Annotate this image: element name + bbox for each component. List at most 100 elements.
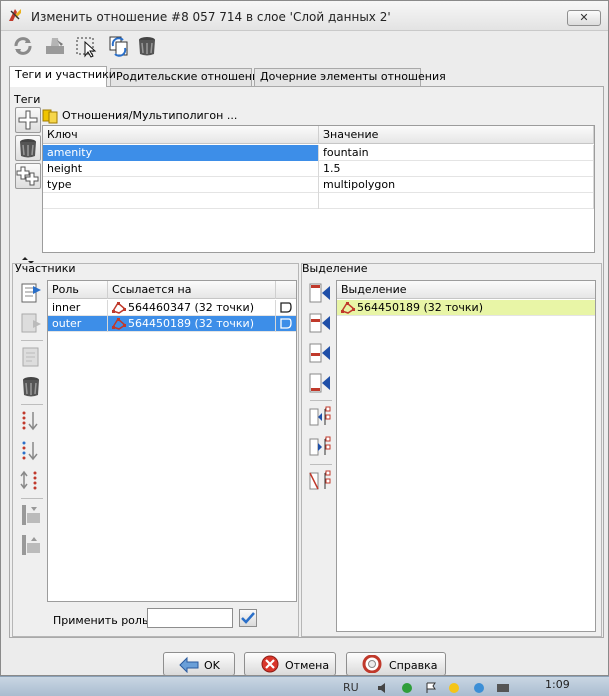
tag-value[interactable]: multipolygon — [319, 177, 594, 193]
link-column-header — [276, 281, 296, 299]
tab-parent-relations[interactable]: Родительские отношения — [110, 68, 266, 86]
tag-row-empty[interactable] — [43, 193, 594, 209]
tab-tags-members[interactable]: Теги и участники — [9, 66, 116, 87]
copy-icon[interactable] — [107, 34, 131, 58]
tab-panel: Теги Отношения/Мультиполигон ... Ключ Зн… — [9, 86, 604, 638]
cancel-button[interactable]: Отмена — [244, 652, 336, 676]
taskbar: RU 1:09 — [0, 676, 609, 696]
member-role[interactable]: outer — [48, 316, 108, 332]
tag-key[interactable] — [43, 193, 319, 209]
relation-preset-label: Отношения/Мультиполигон ... — [62, 109, 238, 122]
flag-icon[interactable] — [424, 682, 438, 694]
tag-row[interactable]: type multipolygon — [43, 177, 594, 193]
tag-row[interactable]: height 1.5 — [43, 161, 594, 177]
relation-editor-window: Изменить отношение #8 057 714 в слое 'Сл… — [0, 0, 609, 676]
refresh-icon[interactable] — [11, 34, 35, 58]
speaker-icon[interactable] — [376, 682, 390, 694]
delete-tag-button[interactable] — [15, 135, 41, 161]
tab-child-elements[interactable]: Дочерние элементы отношения — [254, 68, 446, 86]
network-icon[interactable] — [400, 682, 414, 694]
ok-arrow-icon — [179, 656, 199, 673]
plus-icon — [18, 110, 38, 130]
ok-button[interactable]: OK — [163, 652, 235, 676]
remove-from-relation-icon[interactable] — [308, 468, 332, 494]
add-tag-button[interactable] — [15, 107, 41, 133]
delete-member-icon[interactable] — [19, 374, 43, 400]
separator — [310, 464, 332, 465]
add-selection-top-icon[interactable] — [308, 280, 332, 306]
separator — [310, 400, 332, 401]
sort-down-icon[interactable] — [19, 408, 43, 434]
tag-key[interactable]: height — [43, 161, 319, 177]
cancel-icon — [261, 655, 279, 673]
member-row[interactable]: inner 564460347 (32 точки) — [48, 300, 296, 316]
sort-alt-icon[interactable] — [19, 438, 43, 464]
smiley-icon[interactable] — [447, 682, 461, 694]
delete-icon[interactable] — [135, 34, 159, 58]
selection-row[interactable]: 564450189 (32 точки) — [337, 300, 595, 316]
display-icon[interactable] — [496, 682, 510, 694]
apply-role-button[interactable] — [239, 609, 257, 627]
select-icon[interactable] — [75, 34, 99, 58]
reverse-icon[interactable] — [19, 468, 43, 494]
member-ref[interactable]: 564450189 (32 точки) — [108, 316, 276, 332]
multipolygon-icon — [42, 109, 58, 124]
members-panel: Участники Роль Ссылается на inner 564460… — [12, 262, 299, 637]
role-column-header[interactable]: Роль — [48, 281, 108, 299]
tags-table-header: Ключ Значение — [43, 126, 594, 144]
trash-icon — [20, 139, 36, 158]
link-bracket-icon — [280, 302, 292, 313]
member-ref-label: 564450189 (32 точки) — [128, 317, 254, 330]
close-button[interactable]: ✕ — [567, 10, 601, 26]
add-multiple-icon — [16, 166, 39, 186]
add-selection-after-icon[interactable] — [308, 340, 332, 366]
way-icon — [111, 301, 127, 314]
tag-value[interactable] — [319, 193, 594, 209]
member-ref[interactable]: 564460347 (32 точки) — [108, 300, 276, 316]
help-lifebuoy-icon — [362, 655, 382, 673]
edit-member-icon[interactable] — [19, 344, 43, 370]
checkmark-icon — [241, 612, 255, 624]
selection-panel: Выделение Выделение 564450189 (32 точки) — [301, 262, 602, 637]
ok-button-label: OK — [204, 659, 220, 672]
tags-section-label: Теги — [14, 93, 41, 106]
select-members-icon[interactable] — [308, 434, 332, 460]
member-role[interactable]: inner — [48, 300, 108, 316]
member-link[interactable] — [276, 300, 296, 316]
apply-role-input[interactable] — [147, 608, 233, 628]
add-selection-before-icon[interactable] — [308, 310, 332, 336]
cancel-button-label: Отмена — [285, 659, 330, 672]
ref-column-header[interactable]: Ссылается на — [108, 281, 276, 299]
language-indicator[interactable]: RU — [343, 681, 359, 694]
apply-role-label: Применить роль: — [53, 614, 153, 627]
value-column-header[interactable]: Значение — [319, 126, 594, 144]
selection-table[interactable]: Выделение 564450189 (32 точки) — [336, 280, 596, 632]
add-preset-button[interactable] — [15, 163, 41, 189]
globe-icon[interactable] — [472, 682, 486, 694]
add-selection-bottom-icon[interactable] — [308, 370, 332, 396]
tag-value[interactable]: 1.5 — [319, 161, 594, 177]
member-link[interactable] — [276, 316, 296, 332]
tag-key[interactable]: amenity — [43, 145, 319, 161]
move-up-list-icon[interactable] — [19, 280, 43, 306]
members-table[interactable]: Роль Ссылается на inner 564460347 (32 то… — [47, 280, 297, 602]
members-section-label: Участники — [15, 262, 76, 275]
way-icon — [340, 301, 356, 314]
help-button[interactable]: Справка — [346, 652, 446, 676]
tag-key[interactable]: type — [43, 177, 319, 193]
selection-column-header[interactable]: Выделение — [337, 281, 595, 299]
member-row-selected[interactable]: outer 564450189 (32 точки) — [48, 316, 296, 332]
move-down-list-icon[interactable] — [19, 310, 43, 336]
stamp-icon[interactable] — [43, 34, 67, 58]
way-icon — [111, 317, 127, 330]
key-column-header[interactable]: Ключ — [43, 126, 319, 144]
remove-selected-icon[interactable] — [308, 404, 332, 430]
tag-value[interactable]: fountain — [319, 145, 594, 161]
clock[interactable]: 1:09 — [545, 678, 570, 691]
add-before-icon[interactable] — [19, 502, 43, 528]
tags-table[interactable]: Ключ Значение amenity fountain height 1.… — [42, 125, 595, 253]
tag-row[interactable]: amenity fountain — [43, 145, 594, 161]
add-after-icon[interactable] — [19, 532, 43, 558]
dialog-button-bar: OK Отмена Справка — [1, 646, 608, 676]
selection-ref[interactable]: 564450189 (32 точки) — [337, 300, 595, 316]
